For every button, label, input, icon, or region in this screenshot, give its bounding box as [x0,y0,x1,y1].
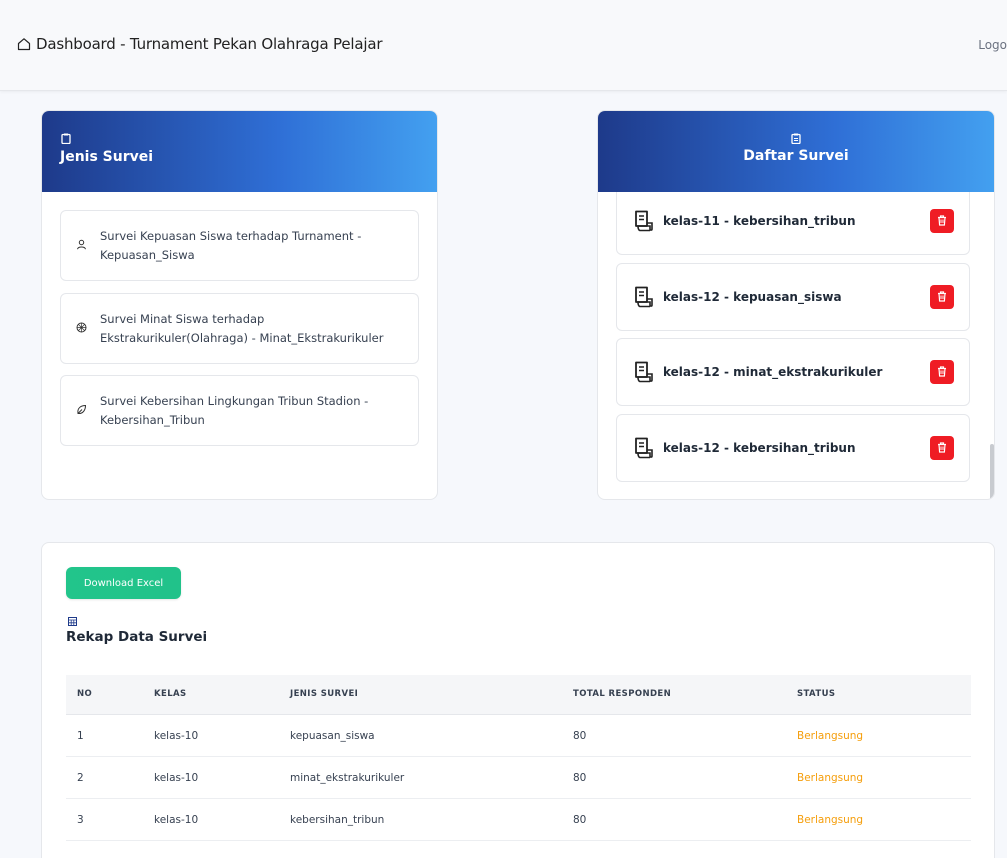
logout-link[interactable]: Logo [978,38,1007,52]
cell-kelas: kelas-10 [154,772,199,784]
table-row: 3 kelas-10 kebersihan_tribun 80 Berlangs… [66,799,971,841]
rekap-title: Rekap Data Survei [66,629,208,645]
cell-jenis: kepuasan_siswa [290,730,375,742]
cell-total: 80 [573,772,587,784]
cell-no: 3 [77,814,84,826]
daftar-survei-item[interactable]: kelas-12 - minat_ekstrakurikuler [616,338,970,406]
cell-jenis: kebersihan_tribun [290,814,385,826]
ball-icon [76,322,87,333]
daftar-survei-item-label: kelas-11 - kebersihan_tribun [663,214,856,228]
user-icon [77,239,86,250]
delete-button[interactable] [930,436,954,460]
daftar-survei-list[interactable]: kelas-11 - kebersihan_tribun kelas-12 - … [598,192,994,499]
jenis-survei-item[interactable]: Survei Kepuasan Siswa terhadap Turnament… [60,210,419,281]
cell-kelas: kelas-10 [154,814,199,826]
daftar-survei-header: Daftar Survei [598,111,994,192]
column-header-jenis-survei: JENIS SURVEI [290,689,359,699]
download-excel-button[interactable]: Download Excel [66,567,181,599]
jenis-survei-item[interactable]: Survei Minat Siswa terhadap Ekstrakuriku… [60,293,419,364]
trash-icon [938,366,946,377]
daftar-survei-title: Daftar Survei [743,148,849,164]
trash-icon [938,215,946,226]
leaf-icon [77,404,87,415]
document-icon [635,361,653,383]
jenis-survei-title: Jenis Survei [60,149,154,165]
column-header-no: NO [77,689,93,699]
table-row: 2 kelas-10 minat_ekstrakurikuler 80 Berl… [66,757,971,799]
scrollbar[interactable] [990,444,994,499]
delete-button[interactable] [930,209,954,233]
daftar-survei-card: Daftar Survei kelas-11 - kebersihan_trib… [597,110,995,500]
cell-status: Berlangsung [797,772,864,784]
cell-status: Berlangsung [797,814,864,826]
table-row: 1 kelas-10 kepuasan_siswa 80 Berlangsung [66,715,971,757]
jenis-survei-item-label: Survei Kebersihan Lingkungan Tribun Stad… [100,394,369,427]
daftar-survei-item[interactable]: kelas-11 - kebersihan_tribun [616,192,970,255]
cell-no: 2 [77,772,84,784]
cell-kelas: kelas-10 [154,730,199,742]
jenis-survei-item[interactable]: Survei Kebersihan Lingkungan Tribun Stad… [60,375,419,446]
cell-no: 1 [77,730,84,742]
document-icon [635,437,653,459]
daftar-survei-item-label: kelas-12 - kebersihan_tribun [663,441,856,455]
cell-total: 80 [573,814,587,826]
trash-icon [938,442,946,453]
table-icon [68,617,77,626]
column-header-status: STATUS [797,689,836,699]
cell-jenis: minat_ekstrakurikuler [290,772,405,784]
document-icon [635,210,653,232]
document-icon [635,286,653,308]
jenis-survei-item-label: Survei Minat Siswa terhadap Ekstrakuriku… [100,312,384,345]
page-title: Dashboard - Turnament Pekan Olahraga Pel… [36,35,383,53]
top-navbar: Dashboard - Turnament Pekan Olahraga Pel… [0,0,1007,91]
delete-button[interactable] [930,285,954,309]
home-icon [17,38,31,51]
cell-status: Berlangsung [797,730,864,742]
column-header-kelas: KELAS [154,689,187,699]
cell-total: 80 [573,730,587,742]
column-header-total-responden: TOTAL RESPONDEN [573,689,672,699]
daftar-survei-item-label: kelas-12 - kepuasan_siswa [663,290,842,304]
daftar-survei-item[interactable]: kelas-12 - kepuasan_siswa [616,263,970,331]
jenis-survei-header: Jenis Survei [42,111,437,192]
jenis-survei-item-label: Survei Kepuasan Siswa terhadap Turnament… [100,229,362,262]
daftar-survei-item-label: kelas-12 - minat_ekstrakurikuler [663,365,883,379]
clipboard-icon [61,133,71,144]
daftar-survei-item[interactable]: kelas-12 - kebersihan_tribun [616,414,970,482]
trash-icon [938,291,946,302]
clipboard-icon [791,133,801,144]
delete-button[interactable] [930,360,954,384]
jenis-survei-card: Jenis Survei Survei Kepuasan Siswa terha… [41,110,438,500]
rekap-card: Download Excel Rekap Data Survei NO KELA… [41,542,995,858]
table-header: NO KELAS JENIS SURVEI TOTAL RESPONDEN ST… [66,675,971,715]
